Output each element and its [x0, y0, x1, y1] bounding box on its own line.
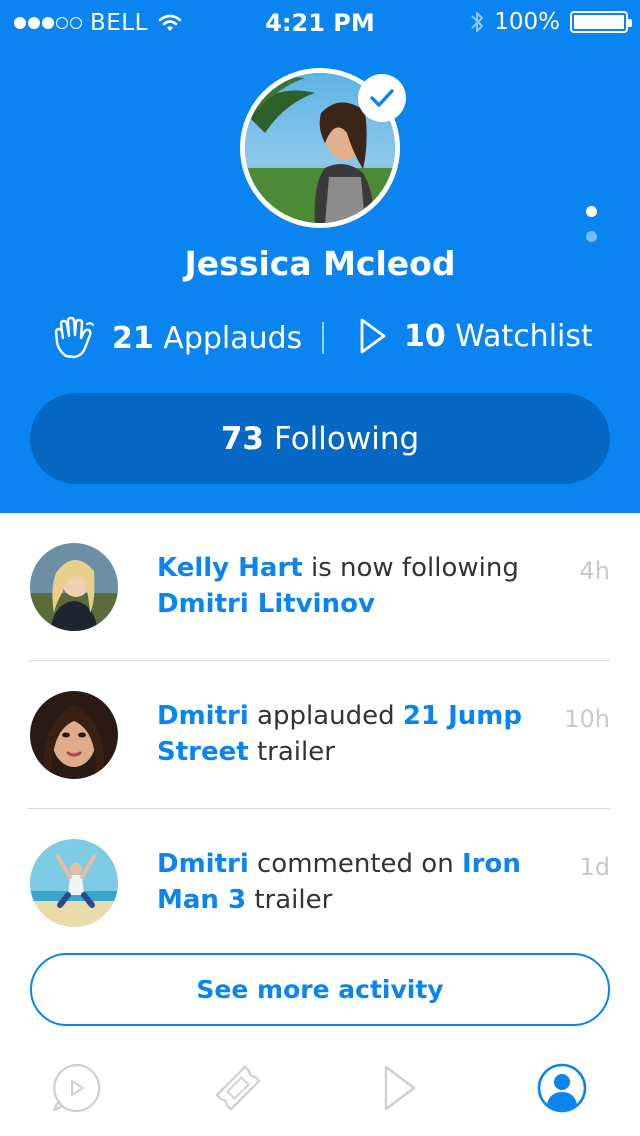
status-bar: BELL 4:21 PM 100% [0, 0, 640, 44]
applaud-hand-icon [54, 316, 94, 359]
page-dot-active [586, 206, 597, 217]
battery-tip [628, 19, 632, 27]
activity-suffix: trailer [246, 885, 333, 915]
tab-bar [0, 1052, 640, 1136]
tab-watchlist[interactable] [370, 1058, 430, 1118]
play-bubble-icon [52, 1063, 101, 1113]
stats-divider [322, 322, 324, 354]
activity-item[interactable]: Dmitri applauded 21 Jump Street trailer … [0, 661, 640, 809]
checkmark-icon [370, 89, 394, 107]
activity-item[interactable]: Dmitri commented on Iron Man 3 trailer 1… [0, 809, 640, 957]
activity-time: 1d [579, 853, 610, 881]
activity-item[interactable]: Kelly Hart is now following Dmitri Litvi… [0, 513, 640, 661]
activity-suffix: trailer [248, 737, 335, 767]
activity-text: Kelly Hart is now following Dmitri Litvi… [157, 550, 547, 622]
user-photo [30, 839, 118, 927]
activity-text: Dmitri commented on Iron Man 3 trailer [157, 846, 547, 918]
activity-action: commented on [248, 849, 462, 879]
watchlist-text: 10 Watchlist [404, 319, 593, 354]
status-right: 100% [470, 9, 632, 35]
activity-avatar[interactable] [30, 543, 118, 631]
following-count: 73 [220, 420, 264, 457]
activity-time: 4h [579, 557, 610, 585]
activity-text: Dmitri applauded 21 Jump Street trailer [157, 698, 547, 770]
watchlist-stat[interactable]: 10 Watchlist [358, 316, 593, 356]
battery-icon [570, 11, 632, 33]
page-dot [586, 231, 597, 242]
see-more-activity-button[interactable]: See more activity [30, 953, 610, 1026]
tab-trailers[interactable] [46, 1058, 106, 1118]
activity-target-link[interactable]: Dmitri Litvinov [157, 589, 375, 619]
profile-avatar-container[interactable] [240, 68, 406, 228]
bluetooth-icon [471, 12, 484, 32]
verified-badge [358, 74, 406, 122]
profile-name: Jessica Mcleod [184, 244, 456, 283]
activity-time: 10h [564, 705, 610, 733]
user-photo [30, 543, 118, 631]
applauds-count: 21 [112, 320, 154, 356]
profile-stats: 21 Applauds 10 Watchlist [0, 316, 640, 366]
activity-avatar[interactable] [30, 839, 118, 927]
play-icon [384, 1065, 416, 1111]
activity-actor-link[interactable]: Kelly Hart [157, 553, 303, 583]
ticket-icon [215, 1065, 261, 1111]
user-photo [30, 691, 118, 779]
watchlist-count: 10 [404, 318, 446, 354]
activity-actor-link[interactable]: Dmitri [157, 701, 249, 731]
profile-icon [537, 1063, 587, 1113]
battery-level [574, 15, 624, 29]
activity-action: applauded [248, 701, 403, 731]
following-label: Following [273, 420, 420, 457]
activity-avatar[interactable] [30, 691, 118, 779]
page-indicator[interactable] [586, 206, 597, 242]
activity-actor-link[interactable]: Dmitri [157, 849, 249, 879]
watchlist-label: Watchlist [455, 318, 593, 354]
profile-header: BELL 4:21 PM 100% Jessica Mcleod 21 Appl… [0, 0, 640, 513]
activity-action: is now following [302, 553, 519, 583]
play-outline-icon [360, 318, 386, 354]
applauds-label: Applauds [163, 320, 303, 356]
battery-percent: 100% [494, 9, 560, 35]
applauds-stat[interactable]: 21 Applauds [52, 316, 302, 360]
following-button[interactable]: 73 Following [30, 393, 610, 484]
tab-tickets[interactable] [208, 1058, 268, 1118]
applauds-text: 21 Applauds [112, 321, 302, 356]
tab-profile[interactable] [532, 1058, 592, 1118]
